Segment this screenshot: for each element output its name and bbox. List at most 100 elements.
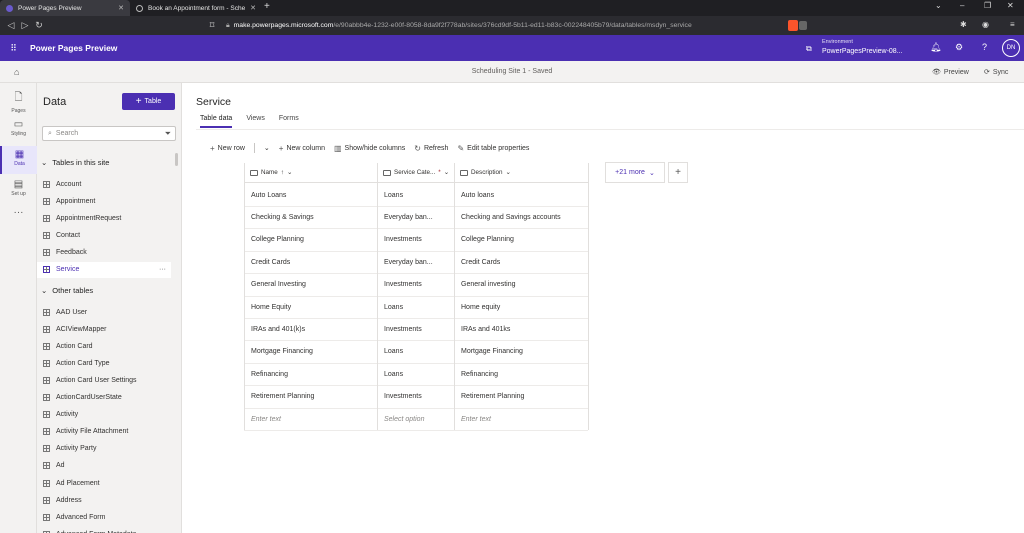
table-cell[interactable]: Retirement Planning bbox=[244, 386, 377, 409]
section-other-tables[interactable]: ⌄ Other tables bbox=[41, 286, 93, 295]
table-list-item[interactable]: AAD User bbox=[37, 304, 171, 320]
table-cell[interactable]: Loans bbox=[377, 341, 454, 364]
new-column-button[interactable]: + New column bbox=[279, 144, 325, 153]
table-list-item[interactable]: Account bbox=[37, 176, 171, 192]
table-cell[interactable]: Retirement Planning bbox=[454, 386, 588, 409]
avatar[interactable]: DN bbox=[1002, 39, 1020, 57]
table-cell[interactable]: Refinancing bbox=[454, 363, 588, 387]
filter-icon[interactable]: ⏷ bbox=[165, 129, 171, 139]
table-list-item[interactable]: Appointment bbox=[37, 193, 171, 209]
table-cell[interactable]: General Investing bbox=[244, 274, 377, 297]
table-cell[interactable]: Credit Cards bbox=[454, 251, 588, 275]
table-cell[interactable]: IRAs and 401ks bbox=[454, 318, 588, 342]
environment-picker[interactable]: Environment PowerPagesPreview-08... bbox=[822, 38, 903, 56]
rail-item-data[interactable]: ▦ Data bbox=[0, 146, 37, 174]
table-list-item[interactable]: Advanced Form bbox=[37, 509, 171, 525]
column-header[interactable]: Name ↑ ⌄ bbox=[244, 163, 377, 183]
back-icon[interactable]: ◁ bbox=[4, 20, 18, 31]
tab-forms[interactable]: Forms bbox=[279, 115, 299, 128]
refresh-button[interactable]: ↻ Refresh bbox=[414, 144, 448, 153]
menu-icon[interactable]: ≡ bbox=[1010, 20, 1015, 29]
help-icon[interactable]: ? bbox=[982, 42, 987, 52]
show-hide-columns-button[interactable]: ▥ Show/hide columns bbox=[334, 144, 405, 153]
edit-table-properties-button[interactable]: ✎ Edit table properties bbox=[457, 144, 529, 153]
table-cell[interactable]: Checking & Savings bbox=[244, 206, 377, 230]
profile-icon[interactable]: ◉ bbox=[982, 20, 989, 29]
table-list-item[interactable]: ActionCardUserState bbox=[37, 390, 171, 406]
table-cell[interactable]: Auto Loans bbox=[244, 184, 377, 207]
table-cell[interactable]: IRAs and 401(k)s bbox=[244, 318, 377, 342]
brave-rewards-icon[interactable] bbox=[799, 21, 807, 30]
url-field[interactable]: 🔒︎ make.powerpages.microsoft.com/e/90abb… bbox=[226, 20, 692, 31]
restore-icon[interactable]: ❐ bbox=[984, 1, 991, 10]
table-list-item[interactable]: Action Card Type bbox=[37, 355, 171, 371]
more-options-icon[interactable]: ··· bbox=[159, 266, 166, 273]
table-cell[interactable]: General investing bbox=[454, 274, 588, 297]
rail-more-button[interactable]: ··· bbox=[0, 207, 37, 221]
table-list-item[interactable]: Ad Placement bbox=[37, 475, 171, 491]
minimize-icon[interactable]: – bbox=[960, 1, 964, 10]
rail-item-setup[interactable]: ▤ Set up bbox=[0, 176, 37, 204]
chevron-down-icon[interactable]: ⌄ bbox=[935, 1, 942, 10]
table-cell[interactable]: College Planning bbox=[454, 229, 588, 252]
table-cell[interactable]: Investments bbox=[377, 318, 454, 342]
table-cell[interactable]: Home equity bbox=[454, 296, 588, 319]
add-table-button[interactable]: + Table bbox=[122, 93, 175, 110]
new-row-cell[interactable]: Select option bbox=[377, 408, 454, 431]
reload-icon[interactable]: ↻ bbox=[32, 20, 46, 31]
table-cell[interactable]: Loans bbox=[377, 184, 454, 207]
table-cell[interactable]: Mortgage Financing bbox=[244, 341, 377, 364]
table-cell[interactable]: Checking and Savings accounts bbox=[454, 206, 588, 230]
brave-shield-icon[interactable] bbox=[788, 20, 798, 31]
table-list-item[interactable]: Action Card User Settings bbox=[37, 372, 171, 388]
table-list-item[interactable]: Service ··· bbox=[37, 261, 171, 278]
table-list-item[interactable]: Activity bbox=[37, 407, 171, 423]
column-header[interactable]: Description ⌄ bbox=[454, 163, 588, 183]
section-tables-in-site[interactable]: ⌄ Tables in this site bbox=[41, 158, 109, 167]
new-row-button[interactable]: + New row bbox=[210, 144, 245, 153]
rail-item-pages[interactable]: 🗋︎ Pages bbox=[0, 87, 37, 115]
table-cell[interactable]: Refinancing bbox=[244, 363, 377, 387]
forward-icon[interactable]: ▷ bbox=[18, 20, 32, 31]
gear-icon[interactable]: ⚙ bbox=[955, 42, 963, 53]
app-launcher-icon[interactable]: ⠿ bbox=[0, 43, 26, 54]
table-cell[interactable]: Auto loans bbox=[454, 184, 588, 207]
table-cell[interactable]: Loans bbox=[377, 296, 454, 319]
table-cell[interactable]: Investments bbox=[377, 229, 454, 252]
preview-button[interactable]: 👁︎ Preview bbox=[932, 68, 969, 77]
table-cell[interactable]: Investments bbox=[377, 386, 454, 409]
sync-button[interactable]: ⟳ Sync bbox=[984, 68, 1008, 77]
table-cell[interactable]: Credit Cards bbox=[244, 251, 377, 275]
table-list-item[interactable]: Address bbox=[37, 492, 171, 508]
table-list-item[interactable]: AppointmentRequest bbox=[37, 210, 171, 226]
table-cell[interactable]: Everyday ban... bbox=[377, 251, 454, 275]
table-list-item[interactable]: ACIViewMapper bbox=[37, 321, 171, 337]
browser-tab[interactable]: Book an Appointment form - Scheduli... ✕ bbox=[130, 0, 262, 16]
table-cell[interactable]: Loans bbox=[377, 363, 454, 387]
close-tab-icon[interactable]: ✕ bbox=[118, 4, 124, 12]
table-list-item[interactable]: Ad bbox=[37, 458, 171, 474]
table-cell[interactable]: Everyday ban... bbox=[377, 206, 454, 230]
table-cell[interactable]: Home Equity bbox=[244, 296, 377, 319]
tab-views[interactable]: Views bbox=[246, 115, 265, 128]
table-cell[interactable]: Investments bbox=[377, 274, 454, 297]
tab-table-data[interactable]: Table data bbox=[200, 115, 233, 128]
rail-item-styling[interactable]: ▭ Styling bbox=[0, 116, 37, 144]
column-header[interactable]: Service Cate... * ⌄ bbox=[377, 163, 454, 183]
table-list-item[interactable]: Activity Party bbox=[37, 441, 171, 457]
bell-icon[interactable]: 🔔︎ bbox=[930, 42, 941, 53]
close-tab-icon[interactable]: ✕ bbox=[250, 4, 256, 12]
table-list-item[interactable]: Action Card bbox=[37, 338, 171, 354]
table-cell[interactable]: College Planning bbox=[244, 229, 377, 252]
table-list-item[interactable]: Advanced Form Metadata bbox=[37, 526, 171, 533]
search-input[interactable]: ⌕ Search ⏷ bbox=[42, 126, 176, 141]
table-list-item[interactable]: Feedback bbox=[37, 244, 171, 260]
add-column-button[interactable]: + bbox=[668, 162, 688, 183]
new-row-cell[interactable]: Enter text bbox=[244, 408, 377, 431]
browser-tab-active[interactable]: Power Pages Preview ✕ bbox=[0, 0, 130, 16]
table-list-item[interactable]: Activity File Attachment bbox=[37, 424, 171, 440]
chevron-down-icon[interactable]: ⌄ bbox=[264, 144, 270, 152]
new-row-cell[interactable]: Enter text bbox=[454, 408, 588, 431]
bookmark-icon[interactable]: ⌑ bbox=[205, 20, 219, 31]
table-list-item[interactable]: Contact bbox=[37, 227, 171, 243]
